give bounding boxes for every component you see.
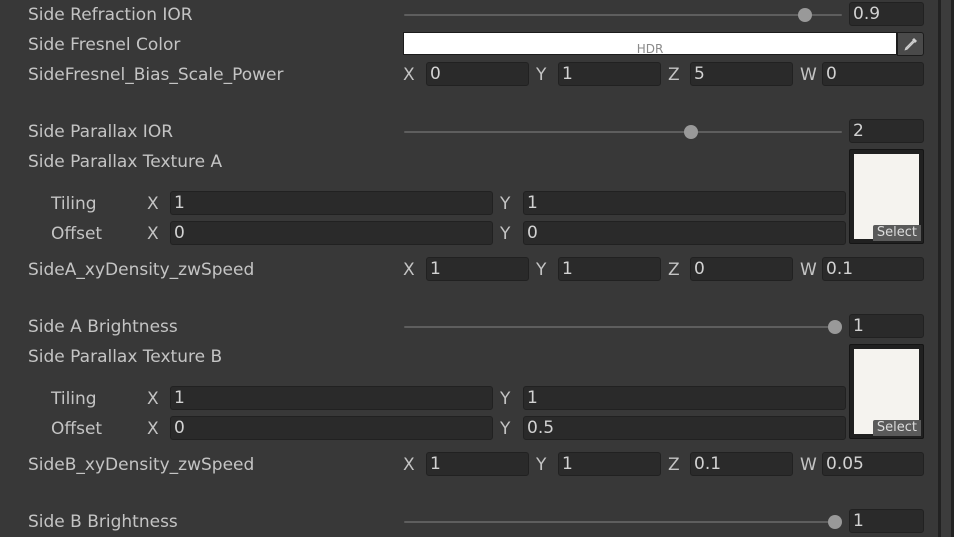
axis-w-label: W	[800, 260, 817, 280]
texture-a-slot[interactable]: Select	[849, 149, 924, 244]
side-parallax-ior-label: Side Parallax IOR	[28, 122, 174, 142]
side-refraction-ior-slider-thumb[interactable]	[798, 8, 813, 22]
texture-a-select-button[interactable]: Select	[872, 225, 921, 241]
side-b-brightness-slider-track[interactable]	[404, 521, 842, 523]
texture-a-tiling-label: Tiling	[51, 194, 97, 214]
texture-a-offset-label: Offset	[51, 224, 103, 244]
texture-b-tiling-y-field[interactable]: 1	[523, 386, 846, 410]
axis-y-label: Y	[536, 260, 547, 280]
texture-b-tiling-x-field[interactable]: 1	[170, 386, 493, 410]
side-refraction-ior-field[interactable]: 0.9	[849, 2, 924, 26]
side-parallax-ior-slider-track[interactable]	[404, 131, 842, 133]
axis-z-label: Z	[668, 260, 680, 280]
scrollbar-track[interactable]	[941, 0, 951, 537]
axis-y-label: Y	[536, 65, 547, 85]
hdr-label: HDR	[636, 42, 664, 56]
side-b-density-y-field[interactable]: 1	[558, 452, 661, 476]
side-refraction-ior-slider-track[interactable]	[404, 14, 842, 16]
side-a-density-label: SideA_xyDensity_zwSpeed	[28, 260, 255, 280]
side-b-brightness-field[interactable]: 1	[849, 509, 924, 533]
axis-x-label: X	[403, 455, 415, 475]
side-parallax-ior-field[interactable]: 2	[849, 119, 924, 143]
side-b-density-w-field[interactable]: 0.05	[822, 452, 924, 476]
axis-x-label: X	[147, 389, 159, 409]
color-picker-button[interactable]	[897, 32, 924, 56]
side-b-brightness-slider-thumb[interactable]	[828, 515, 842, 529]
texture-b-select-button[interactable]: Select	[872, 420, 921, 436]
side-a-density-z-field[interactable]: 0	[690, 257, 793, 281]
axis-x-label: X	[403, 65, 415, 85]
side-fresnel-color-swatch[interactable]: HDR	[403, 32, 897, 56]
axis-z-label: Z	[668, 65, 680, 85]
texture-b-offset-label: Offset	[51, 419, 103, 439]
axis-y-label: Y	[500, 389, 511, 409]
texture-b-slot[interactable]: Select	[849, 344, 924, 439]
axis-z-label: Z	[668, 455, 680, 475]
texture-a-tiling-x-field[interactable]: 1	[170, 191, 493, 215]
side-a-density-y-field[interactable]: 1	[558, 257, 661, 281]
texture-b-tiling-label: Tiling	[51, 389, 97, 409]
side-a-density-x-field[interactable]: 1	[426, 257, 529, 281]
side-parallax-ior-slider-thumb[interactable]	[683, 125, 698, 139]
texture-a-offset-x-field[interactable]: 0	[170, 221, 493, 245]
side-a-brightness-label: Side A Brightness	[28, 317, 178, 337]
scrollbar[interactable]	[938, 0, 954, 537]
axis-y-label: Y	[500, 419, 511, 439]
side-refraction-ior-label: Side Refraction IOR	[28, 5, 193, 25]
axis-x-label: X	[147, 194, 159, 214]
eyedropper-icon	[904, 38, 917, 51]
axis-x-label: X	[147, 419, 159, 439]
side-fresnel-bias-z-field[interactable]: 5	[690, 62, 793, 86]
side-fresnel-bias-y-field[interactable]: 1	[558, 62, 661, 86]
texture-b-offset-y-field[interactable]: 0.5	[523, 416, 846, 440]
axis-w-label: W	[800, 65, 817, 85]
side-b-brightness-label: Side B Brightness	[28, 512, 178, 532]
side-fresnel-bias-x-field[interactable]: 0	[426, 62, 529, 86]
side-fresnel-color-label: Side Fresnel Color	[28, 35, 181, 55]
side-b-density-label: SideB_xyDensity_zwSpeed	[28, 455, 255, 475]
side-a-density-w-field[interactable]: 0.1	[822, 257, 924, 281]
side-a-brightness-slider-thumb[interactable]	[828, 320, 842, 334]
axis-x-label: X	[147, 224, 159, 244]
axis-w-label: W	[800, 455, 817, 475]
texture-b-offset-x-field[interactable]: 0	[170, 416, 493, 440]
axis-x-label: X	[403, 260, 415, 280]
side-parallax-texture-a-label: Side Parallax Texture A	[28, 152, 223, 172]
side-b-density-x-field[interactable]: 1	[426, 452, 529, 476]
axis-y-label: Y	[500, 194, 511, 214]
side-fresnel-bias-w-field[interactable]: 0	[822, 62, 924, 86]
side-a-brightness-field[interactable]: 1	[849, 314, 924, 338]
texture-a-offset-y-field[interactable]: 0	[523, 221, 846, 245]
side-parallax-texture-b-label: Side Parallax Texture B	[28, 347, 223, 367]
axis-y-label: Y	[536, 455, 547, 475]
side-fresnel-bias-label: SideFresnel_Bias_Scale_Power	[28, 65, 284, 85]
texture-a-tiling-y-field[interactable]: 1	[523, 191, 846, 215]
axis-y-label: Y	[500, 224, 511, 244]
side-a-brightness-slider-track[interactable]	[404, 326, 842, 328]
side-b-density-z-field[interactable]: 0.1	[690, 452, 793, 476]
